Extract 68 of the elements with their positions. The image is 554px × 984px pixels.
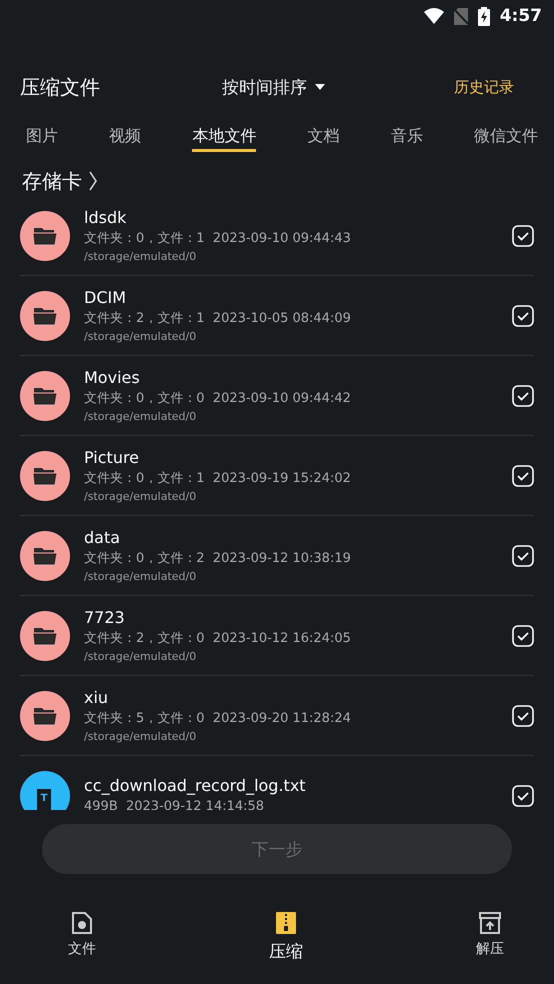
file-path: /storage/emulated/0 [84, 648, 198, 664]
file-row[interactable]: DCIM 文件夹：2，文件：1 2023-10-05 08:44:09 /storage/emulated/0 [20, 276, 534, 356]
checkbox[interactable] [512, 304, 534, 326]
file-icon [72, 912, 92, 934]
file-row[interactable]: 7723 文件夹：2，文件：0 2023-10-12 16:24:05 /storage/emulated/0 [20, 596, 534, 676]
folder-icon [20, 290, 70, 340]
checkbox[interactable] [512, 384, 534, 406]
checkbox[interactable] [512, 624, 534, 646]
folder-icon [20, 610, 70, 660]
battery-charging-icon [478, 6, 490, 26]
tab[interactable]: 本地文件 [192, 116, 256, 152]
chevron-right-icon [88, 171, 98, 191]
file-name: ldsdk [84, 206, 128, 228]
history-link[interactable]: 历史记录 [454, 78, 534, 96]
file-path: /storage/emulated/0 [84, 408, 198, 424]
checkbox[interactable] [512, 224, 534, 246]
file-info: 文件夹：0，文件：2 2023-09-12 10:38:19 [84, 550, 352, 568]
checkbox[interactable] [512, 544, 534, 566]
breadcrumb[interactable]: 存储卡 [22, 168, 82, 194]
file-info: 文件夹：5，文件：0 2023-09-20 11:28:24 [84, 710, 352, 728]
page-title: 压缩文件 [20, 74, 100, 100]
file-path: /storage/emulated/0 [84, 728, 198, 744]
wifi-icon [424, 8, 444, 24]
file-row[interactable]: Movies 文件夹：0，文件：0 2023-09-10 09:44:42 /storage/emulated/0 [20, 356, 534, 436]
file-name: xiu [84, 686, 110, 708]
file-path: /storage/emulated/0 [84, 488, 198, 504]
file-row[interactable]: xiu 文件夹：5，文件：0 2023-09-20 11:28:24 /storage/emulated/0 [20, 676, 534, 756]
file-name: 7723 [84, 606, 126, 628]
zip-icon [276, 912, 296, 934]
file-info: 文件夹：0，文件：1 2023-09-10 09:44:43 [84, 230, 352, 248]
file-name: Picture [84, 446, 140, 468]
sort-dropdown[interactable]: 按时间排序 [222, 76, 325, 98]
tab[interactable]: 图片 [26, 116, 58, 152]
folder-icon [20, 450, 70, 500]
nav-item[interactable]: 压缩 [269, 912, 303, 963]
caret-icon [315, 84, 325, 90]
folder-icon [20, 210, 70, 260]
file-info: 文件夹：2，文件：1 2023-10-05 08:44:09 [84, 310, 352, 328]
checkbox[interactable] [512, 704, 534, 726]
file-path: /storage/emulated/0 [84, 328, 198, 344]
file-name: Movies [84, 366, 141, 388]
file-row[interactable]: Picture 文件夹：0，文件：1 2023-09-19 15:24:02 /storage/emulated/0 [20, 436, 534, 516]
file-name: cc_download_record_log.txt [84, 774, 307, 796]
clock: 4:57 [500, 6, 542, 26]
folder-icon [20, 370, 70, 420]
folder-icon [20, 690, 70, 740]
folder-icon [20, 530, 70, 580]
checkbox[interactable] [512, 784, 534, 806]
nav-item[interactable]: 文件 [68, 912, 96, 963]
file-name: data [84, 526, 122, 548]
file-row[interactable]: ldsdk 文件夹：0，文件：1 2023-09-10 09:44:43 /storage/emulated/0 [20, 196, 534, 276]
file-path: /storage/emulated/0 [84, 568, 198, 584]
checkbox[interactable] [512, 464, 534, 486]
tab[interactable]: 视频 [109, 116, 142, 152]
no-sim-icon [454, 8, 468, 24]
file-row[interactable]: data 文件夹：0，文件：2 2023-09-12 10:38:19 /storage/emulated/0 [20, 516, 534, 596]
tab[interactable]: 微信文件 [474, 116, 538, 152]
file-info: 文件夹：2，文件：0 2023-10-12 16:24:05 [84, 630, 352, 648]
box-upload-icon [479, 912, 501, 934]
tab[interactable]: 文档 [308, 116, 340, 152]
file-info: 文件夹：0，文件：1 2023-09-19 15:24:02 [84, 470, 352, 488]
text-file-icon: T [20, 770, 70, 810]
file-path: /storage/emulated/0 [84, 248, 198, 264]
nav-item[interactable]: 解压 [476, 912, 504, 963]
file-info: 499B 2023-09-12 14:14:58 [84, 798, 266, 810]
file-name: DCIM [84, 286, 128, 308]
file-info: 文件夹：0，文件：0 2023-09-10 09:44:42 [84, 390, 352, 408]
tab[interactable]: 音乐 [390, 116, 423, 152]
